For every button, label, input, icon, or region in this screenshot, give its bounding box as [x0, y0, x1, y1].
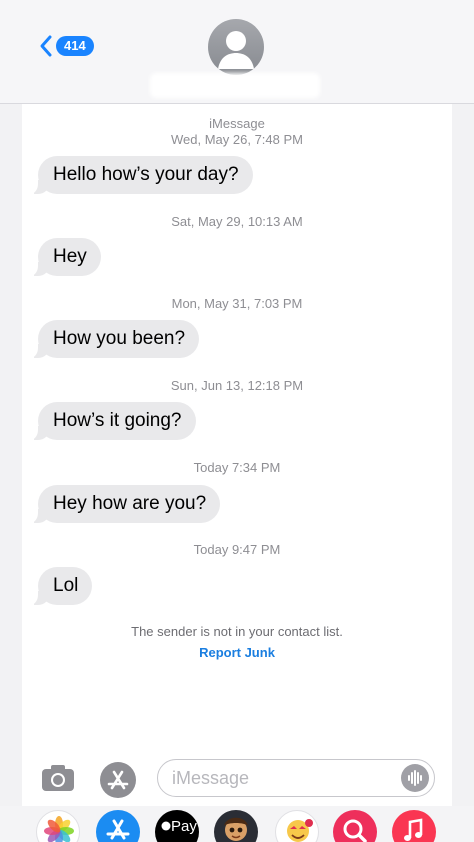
- image-search-icon: [343, 819, 367, 842]
- message-text: Hey: [53, 246, 87, 267]
- dictation-button[interactable]: [401, 764, 429, 792]
- camera-icon: [42, 765, 74, 791]
- contact-name[interactable]: [150, 73, 320, 98]
- apple-pay-label: Pay: [171, 818, 197, 835]
- memoji-button[interactable]: [214, 810, 258, 842]
- incoming-message-bubble[interactable]: Hello how’s your day?: [28, 156, 253, 194]
- unknown-sender-notice: The sender is not in your contact list.: [131, 624, 343, 639]
- incoming-message-bubble[interactable]: How’s it going?: [28, 402, 196, 440]
- message-timestamp: Sun, Jun 13, 12:18 PM: [170, 378, 304, 393]
- message-text: Lol: [53, 575, 79, 596]
- back-button[interactable]: 414: [38, 32, 94, 60]
- apple-pay-button[interactable]: Pay: [155, 810, 199, 842]
- incoming-message-bubble[interactable]: Hey how are you?: [27, 485, 221, 523]
- message-text: Hey how are you?: [53, 493, 207, 514]
- incoming-message-bubble[interactable]: Lol: [27, 567, 93, 605]
- message-text: Hello how’s your day?: [53, 164, 239, 185]
- message-text: How’s it going?: [53, 410, 182, 431]
- apple-pay-icon: Pay: [161, 818, 197, 835]
- camera-button[interactable]: [40, 763, 76, 793]
- image-search-button[interactable]: [333, 810, 377, 842]
- incoming-message-bubble[interactable]: How you been?: [27, 320, 200, 358]
- app-store-icon: [106, 819, 130, 840]
- message-input[interactable]: [172, 760, 392, 796]
- animoji-button[interactable]: [275, 810, 319, 842]
- music-button[interactable]: [392, 810, 436, 842]
- message-timestamp: Today 9:47 PM: [193, 542, 281, 557]
- music-icon: [404, 818, 423, 841]
- message-composer[interactable]: [157, 759, 435, 797]
- message-timestamp: Mon, May 31, 7:03 PM: [171, 296, 303, 311]
- message-text: How you been?: [53, 328, 186, 349]
- app-store-icon: [100, 762, 136, 798]
- incoming-message-bubble[interactable]: Hey: [28, 238, 101, 276]
- animoji-icon: [287, 819, 313, 842]
- report-junk-link[interactable]: Report Junk: [0, 645, 474, 660]
- message-timestamp: Sat, May 29, 10:13 AM: [171, 214, 303, 229]
- contact-avatar[interactable]: [208, 19, 264, 75]
- waveform-icon: [408, 770, 422, 786]
- message-timestamp: Today 7:34 PM: [193, 460, 281, 475]
- service-label: iMessage: [209, 116, 265, 131]
- person-silhouette-icon: [218, 31, 254, 69]
- memoji-icon: [224, 817, 248, 841]
- app-store-drawer-button[interactable]: [96, 810, 140, 842]
- unread-count-badge: 414: [56, 36, 94, 56]
- message-timestamp: Wed, May 26, 7:48 PM: [171, 132, 303, 147]
- app-drawer: Pay: [0, 806, 474, 842]
- app-store-button[interactable]: [99, 761, 137, 799]
- chevron-left-icon: [40, 35, 52, 57]
- conversation-header: 414: [0, 0, 474, 104]
- photos-app-icon: [44, 816, 74, 842]
- photos-app-button[interactable]: [36, 810, 80, 842]
